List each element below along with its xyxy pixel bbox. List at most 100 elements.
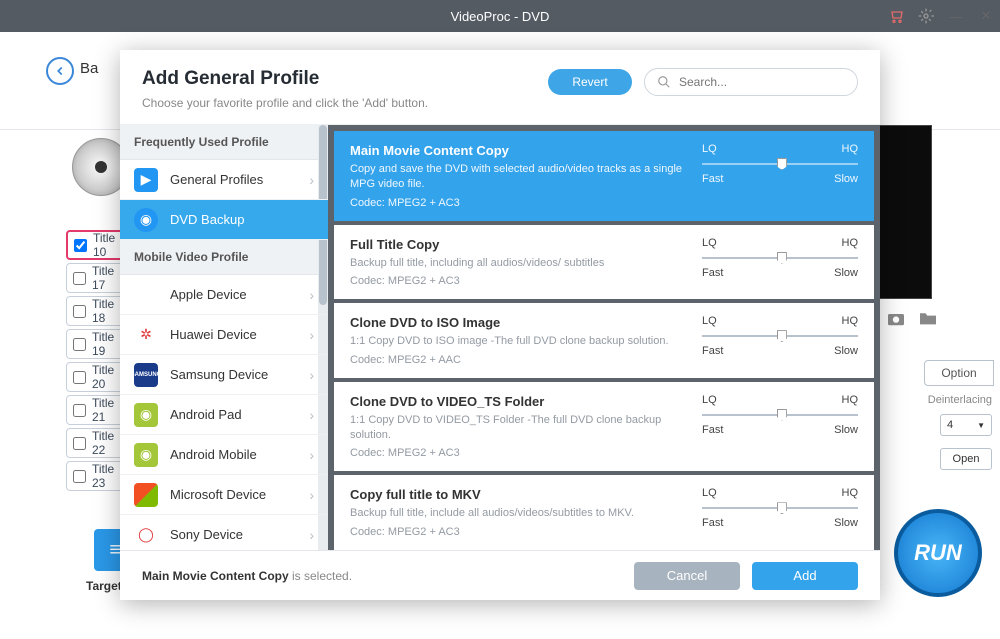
- cancel-button[interactable]: Cancel: [634, 562, 740, 590]
- category-item[interactable]: ◉ DVD Backup: [120, 200, 328, 240]
- quality-slider[interactable]: [702, 333, 858, 339]
- add-button[interactable]: Add: [752, 562, 858, 590]
- fast-label: Fast: [702, 267, 723, 279]
- chevron-right-icon: ›: [309, 327, 314, 343]
- back-label: Ba: [80, 60, 98, 77]
- title-item[interactable]: Title 17: [66, 263, 126, 293]
- quality-slider[interactable]: [702, 412, 858, 418]
- title-checkbox[interactable]: [73, 338, 86, 351]
- title-item[interactable]: Title 23: [66, 461, 126, 491]
- title-checkbox[interactable]: [73, 272, 86, 285]
- title-item[interactable]: Title 21: [66, 395, 126, 425]
- title-label: Title 17: [92, 264, 119, 292]
- lq-label: LQ: [702, 487, 717, 499]
- category-label: Microsoft Device: [170, 487, 266, 502]
- chevron-right-icon: ›: [309, 287, 314, 303]
- profile-item[interactable]: Clone DVD to ISO Image1:1 Copy DVD to IS…: [334, 303, 874, 377]
- category-item[interactable]: Microsoft Device ›: [120, 475, 328, 515]
- profile-codec: Codec: MPEG2 + AAC: [350, 354, 684, 366]
- gear-icon[interactable]: [918, 8, 934, 24]
- category-item[interactable]: ◉Android Mobile›: [120, 435, 328, 475]
- lq-label: LQ: [702, 237, 717, 249]
- modal-subtitle: Choose your favorite profile and click t…: [142, 96, 428, 110]
- category-item[interactable]: ▶General Profiles›: [120, 160, 328, 200]
- chevron-right-icon: ›: [309, 407, 314, 423]
- play-icon: ▶: [134, 168, 158, 192]
- category-item[interactable]: ◯Sony Device›: [120, 515, 328, 550]
- profile-item[interactable]: Main Movie Content CopyCopy and save the…: [334, 131, 874, 221]
- lq-label: LQ: [702, 394, 717, 406]
- title-label: Title 21: [92, 396, 119, 424]
- category-label: Android Mobile: [170, 447, 257, 462]
- ms-icon: [134, 483, 158, 507]
- title-label: Title 23: [92, 462, 119, 490]
- add-profile-modal: Add General Profile Choose your favorite…: [120, 50, 880, 600]
- quality-slider[interactable]: [702, 505, 858, 511]
- profile-title: Clone DVD to VIDEO_TS Folder: [350, 394, 684, 409]
- close-icon[interactable]: ✕: [978, 8, 994, 24]
- title-checkbox[interactable]: [74, 239, 87, 252]
- slow-label: Slow: [834, 517, 858, 529]
- quality-slider[interactable]: [702, 161, 858, 167]
- search-box[interactable]: [644, 68, 858, 96]
- category-header: Frequently Used Profile: [120, 125, 328, 160]
- profile-item[interactable]: Clone DVD to VIDEO_TS Folder1:1 Copy DVD…: [334, 382, 874, 472]
- fast-label: Fast: [702, 424, 723, 436]
- quality-slider[interactable]: [702, 255, 858, 261]
- lq-label: LQ: [702, 143, 717, 155]
- title-checkbox[interactable]: [73, 470, 86, 483]
- android-icon: ◉: [134, 403, 158, 427]
- search-input[interactable]: [679, 75, 845, 89]
- profile-title: Clone DVD to ISO Image: [350, 315, 684, 330]
- profile-codec: Codec: MPEG2 + AC3: [350, 275, 684, 287]
- category-sidebar: Frequently Used Profile▶General Profiles…: [120, 125, 328, 550]
- title-item[interactable]: Title 20: [66, 362, 126, 392]
- lq-label: LQ: [702, 315, 717, 327]
- chevron-right-icon: ›: [309, 487, 314, 503]
- back-button[interactable]: [46, 57, 74, 85]
- title-checkbox[interactable]: [73, 371, 86, 384]
- folder-icon[interactable]: [918, 310, 938, 326]
- app-title: VideoProc - DVD: [451, 9, 550, 24]
- camera-icon[interactable]: [886, 310, 906, 326]
- option-button[interactable]: Option: [924, 360, 994, 386]
- title-label: Title 10: [93, 231, 118, 259]
- deinterlacing-select[interactable]: 4▼: [940, 414, 992, 436]
- hq-label: HQ: [842, 315, 859, 327]
- cart-icon[interactable]: [888, 8, 904, 24]
- category-item[interactable]: ✲Huawei Device›: [120, 315, 328, 355]
- title-checkbox[interactable]: [73, 404, 86, 417]
- category-item[interactable]: Apple Device›: [120, 275, 328, 315]
- profile-title: Full Title Copy: [350, 237, 684, 252]
- title-item[interactable]: Title 19: [66, 329, 126, 359]
- modal-header: Add General Profile Choose your favorite…: [120, 50, 880, 125]
- disc-icon: ◉: [134, 208, 158, 232]
- profile-item[interactable]: Full Title CopyBackup full title, includ…: [334, 225, 874, 299]
- category-item[interactable]: SAMSUNGSamsung Device›: [120, 355, 328, 395]
- title-checkbox[interactable]: [73, 305, 86, 318]
- title-label: Title 20: [92, 363, 119, 391]
- chevron-right-icon: ›: [309, 172, 314, 188]
- profile-title: Copy full title to MKV: [350, 487, 684, 502]
- open-button[interactable]: Open: [940, 448, 992, 470]
- android-icon: ◉: [134, 443, 158, 467]
- title-item[interactable]: Title 18: [66, 296, 126, 326]
- deinterlacing-label: Deinterlacing: [928, 394, 992, 406]
- category-label: DVD Backup: [170, 212, 244, 227]
- profile-codec: Codec: MPEG2 + AC3: [350, 197, 684, 209]
- apple-icon: [134, 283, 158, 307]
- title-checkbox[interactable]: [73, 437, 86, 450]
- title-item[interactable]: Title 10: [66, 230, 126, 260]
- app-titlebar: VideoProc - DVD — ✕: [0, 0, 1000, 32]
- category-label: Sony Device: [170, 527, 243, 542]
- title-item[interactable]: Title 22: [66, 428, 126, 458]
- profile-item[interactable]: Copy full title to MKVBackup full title,…: [334, 475, 874, 549]
- slow-label: Slow: [834, 424, 858, 436]
- category-item[interactable]: ◉Android Pad›: [120, 395, 328, 435]
- search-icon: [657, 75, 671, 89]
- run-button[interactable]: RUN: [894, 509, 982, 597]
- minimize-icon[interactable]: —: [948, 8, 964, 24]
- profiles-list: Main Movie Content CopyCopy and save the…: [328, 125, 880, 550]
- samsung-icon: SAMSUNG: [134, 363, 158, 387]
- revert-button[interactable]: Revert: [548, 69, 632, 95]
